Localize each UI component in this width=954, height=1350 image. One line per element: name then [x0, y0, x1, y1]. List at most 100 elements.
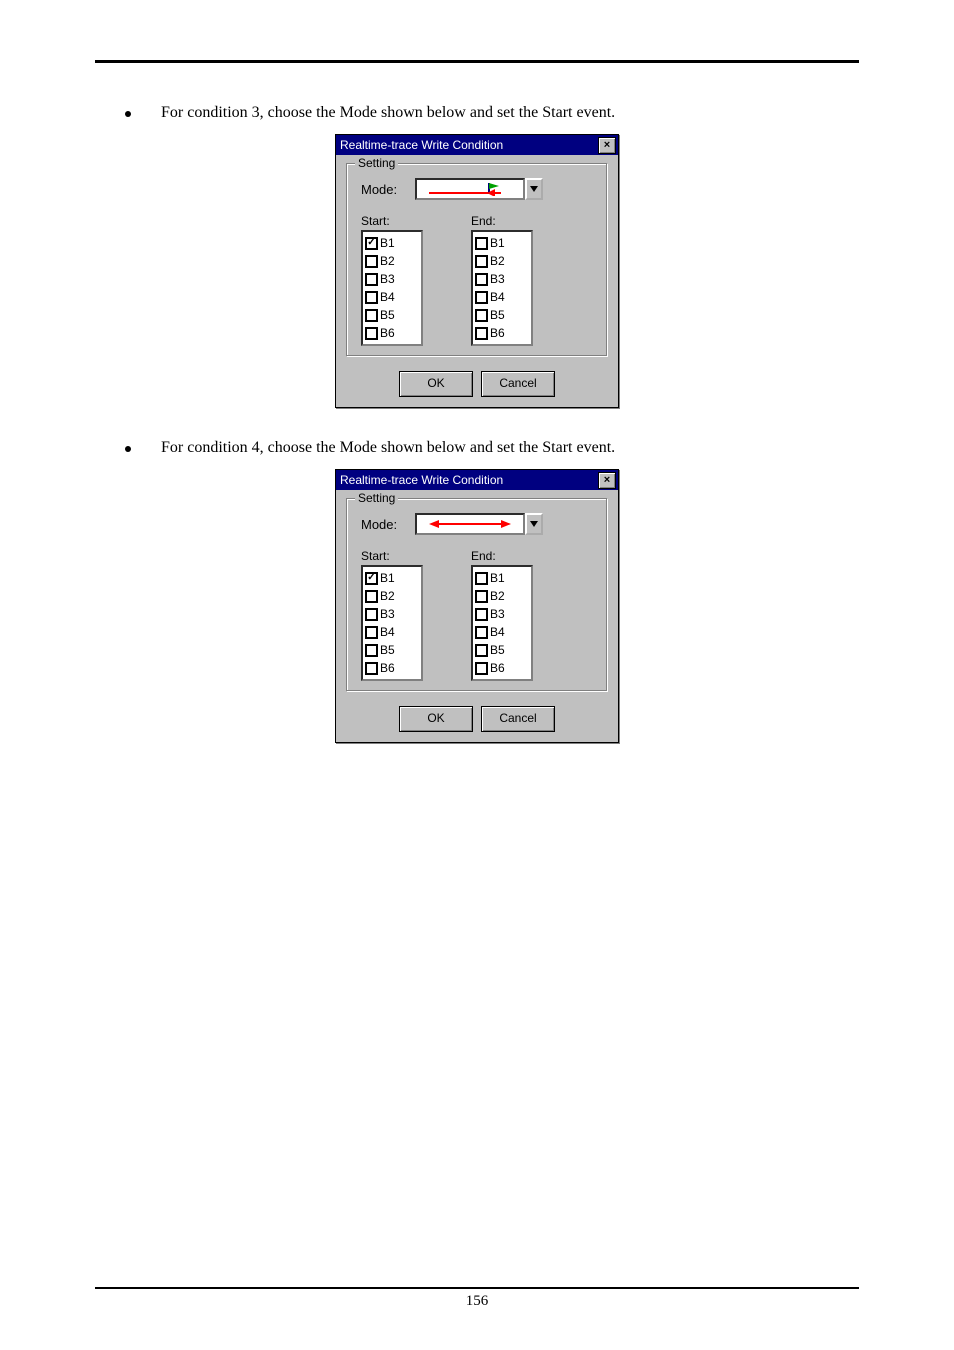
list-item[interactable]: B2: [475, 587, 529, 605]
list-item-label: B3: [490, 270, 505, 288]
checkbox-icon[interactable]: [365, 291, 378, 304]
checkbox-icon[interactable]: [365, 309, 378, 322]
list-item[interactable]: ✓B1: [365, 569, 419, 587]
list-item-label: B3: [490, 605, 505, 623]
top-horizontal-rule: [95, 60, 859, 63]
list-item-label: B4: [380, 288, 395, 306]
checkbox-icon[interactable]: [475, 608, 488, 621]
mode-combo-display: [415, 513, 525, 535]
checkbox-icon[interactable]: ✓: [365, 572, 378, 585]
end-listbox[interactable]: B1B2B3B4B5B6: [471, 230, 533, 346]
cancel-button[interactable]: Cancel: [481, 706, 555, 732]
dialog-titlebar[interactable]: Realtime-trace Write Condition ×: [336, 135, 618, 155]
start-listbox[interactable]: ✓B1B2B3B4B5B6: [361, 565, 423, 681]
list-item[interactable]: B3: [365, 605, 419, 623]
dialog-button-row: OK Cancel: [336, 702, 618, 742]
list-item[interactable]: B3: [365, 270, 419, 288]
ok-button[interactable]: OK: [399, 706, 473, 732]
end-column: End: B1B2B3B4B5B6: [471, 549, 533, 681]
list-item[interactable]: B5: [365, 641, 419, 659]
list-item[interactable]: B6: [365, 659, 419, 677]
dialog-button-row: OK Cancel: [336, 367, 618, 407]
list-item[interactable]: B5: [365, 306, 419, 324]
list-item-label: B6: [490, 324, 505, 342]
end-label: End:: [471, 214, 533, 228]
checkbox-icon[interactable]: [475, 626, 488, 639]
list-item-label: B6: [380, 659, 395, 677]
list-item[interactable]: B2: [365, 587, 419, 605]
checkbox-icon[interactable]: [475, 327, 488, 340]
checkbox-icon[interactable]: [475, 572, 488, 585]
cancel-button[interactable]: Cancel: [481, 371, 555, 397]
dialog-title: Realtime-trace Write Condition: [340, 138, 503, 152]
end-column: End: B1B2B3B4B5B6: [471, 214, 533, 346]
list-item[interactable]: B5: [475, 306, 529, 324]
footer: 156: [95, 1287, 859, 1310]
checkbox-icon[interactable]: [365, 255, 378, 268]
list-item[interactable]: B6: [475, 324, 529, 342]
list-item[interactable]: B4: [365, 623, 419, 641]
list-item[interactable]: B3: [475, 605, 529, 623]
checkbox-icon[interactable]: [475, 662, 488, 675]
checkbox-icon[interactable]: [365, 644, 378, 657]
setting-groupbox: Setting Mode:: [346, 498, 608, 692]
list-item-label: B2: [490, 252, 505, 270]
list-item-label: B1: [380, 234, 395, 252]
paragraph-text: For condition 4, choose the Mode shown b…: [161, 439, 615, 457]
realtime-trace-dialog: Realtime-trace Write Condition × Setting…: [335, 134, 619, 408]
checkbox-icon[interactable]: [365, 590, 378, 603]
mode-row: Mode:: [361, 178, 597, 200]
ok-button[interactable]: OK: [399, 371, 473, 397]
checkbox-icon[interactable]: [475, 255, 488, 268]
list-item[interactable]: B4: [475, 623, 529, 641]
list-item-label: B5: [380, 306, 395, 324]
list-item-label: B3: [380, 270, 395, 288]
paragraph-condition-4: For condition 4, choose the Mode shown b…: [95, 438, 859, 457]
checkbox-icon[interactable]: [365, 608, 378, 621]
checkbox-icon[interactable]: [365, 662, 378, 675]
close-icon[interactable]: ×: [598, 472, 616, 489]
checkbox-icon[interactable]: [475, 273, 488, 286]
list-item-label: B2: [380, 587, 395, 605]
checkbox-icon[interactable]: [475, 237, 488, 250]
mode-combo[interactable]: [415, 178, 543, 200]
mode-combo[interactable]: [415, 513, 543, 535]
list-item[interactable]: B6: [365, 324, 419, 342]
list-item[interactable]: B1: [475, 569, 529, 587]
dialog-titlebar[interactable]: Realtime-trace Write Condition ×: [336, 470, 618, 490]
list-item-label: B1: [490, 569, 505, 587]
list-item[interactable]: ✓B1: [365, 234, 419, 252]
list-item-label: B4: [380, 623, 395, 641]
groupbox-legend: Setting: [355, 156, 398, 170]
bullet-icon: [125, 446, 131, 452]
start-label: Start:: [361, 214, 423, 228]
checkbox-icon[interactable]: [475, 291, 488, 304]
list-item[interactable]: B1: [475, 234, 529, 252]
list-item-label: B3: [380, 605, 395, 623]
start-listbox[interactable]: ✓B1B2B3B4B5B6: [361, 230, 423, 346]
checkbox-icon[interactable]: ✓: [365, 237, 378, 250]
list-item-label: B6: [490, 659, 505, 677]
checkbox-icon[interactable]: [365, 273, 378, 286]
list-item[interactable]: B3: [475, 270, 529, 288]
checkbox-icon[interactable]: [475, 309, 488, 322]
dialog-title: Realtime-trace Write Condition: [340, 473, 503, 487]
mode-combo-display: [415, 178, 525, 200]
list-item[interactable]: B6: [475, 659, 529, 677]
list-item[interactable]: B5: [475, 641, 529, 659]
checkbox-icon[interactable]: [365, 626, 378, 639]
close-icon[interactable]: ×: [598, 137, 616, 154]
combo-dropdown-arrow-icon[interactable]: [525, 178, 543, 200]
end-listbox[interactable]: B1B2B3B4B5B6: [471, 565, 533, 681]
list-item[interactable]: B2: [475, 252, 529, 270]
checkbox-icon[interactable]: [475, 644, 488, 657]
bullet-icon: [125, 111, 131, 117]
combo-dropdown-arrow-icon[interactable]: [525, 513, 543, 535]
list-item[interactable]: B2: [365, 252, 419, 270]
checkbox-icon[interactable]: [475, 590, 488, 603]
checkbox-icon[interactable]: [365, 327, 378, 340]
list-item[interactable]: B4: [475, 288, 529, 306]
mode-4-icon: [425, 517, 515, 531]
list-item[interactable]: B4: [365, 288, 419, 306]
list-item-label: B1: [490, 234, 505, 252]
